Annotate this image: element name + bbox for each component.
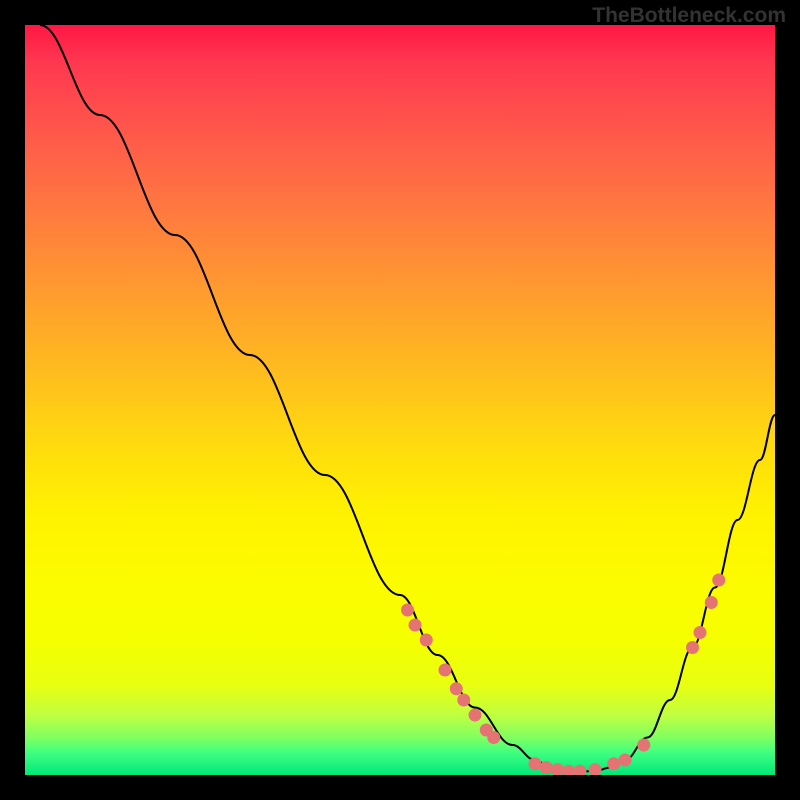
data-dot bbox=[619, 754, 632, 767]
data-dot bbox=[529, 757, 542, 770]
chart-curve-svg bbox=[25, 25, 775, 775]
data-dot bbox=[439, 664, 452, 677]
bottleneck-curve bbox=[40, 25, 775, 771]
data-dot bbox=[712, 574, 725, 587]
data-dot bbox=[551, 763, 564, 775]
data-dot bbox=[487, 731, 500, 744]
data-dot bbox=[450, 682, 463, 695]
data-dot bbox=[457, 694, 470, 707]
data-dots-group bbox=[401, 574, 725, 776]
watermark-text: TheBottleneck.com bbox=[592, 4, 786, 28]
data-dot bbox=[694, 626, 707, 639]
data-dot bbox=[409, 619, 422, 632]
data-dot bbox=[540, 761, 553, 774]
data-dot bbox=[420, 634, 433, 647]
data-dot bbox=[589, 763, 602, 775]
data-dot bbox=[401, 604, 414, 617]
data-dot bbox=[607, 757, 620, 770]
data-dot bbox=[705, 596, 718, 609]
data-dot bbox=[686, 641, 699, 654]
data-dot bbox=[574, 765, 587, 775]
data-dot bbox=[562, 765, 575, 775]
data-dot bbox=[637, 739, 650, 752]
data-dot bbox=[469, 709, 482, 722]
